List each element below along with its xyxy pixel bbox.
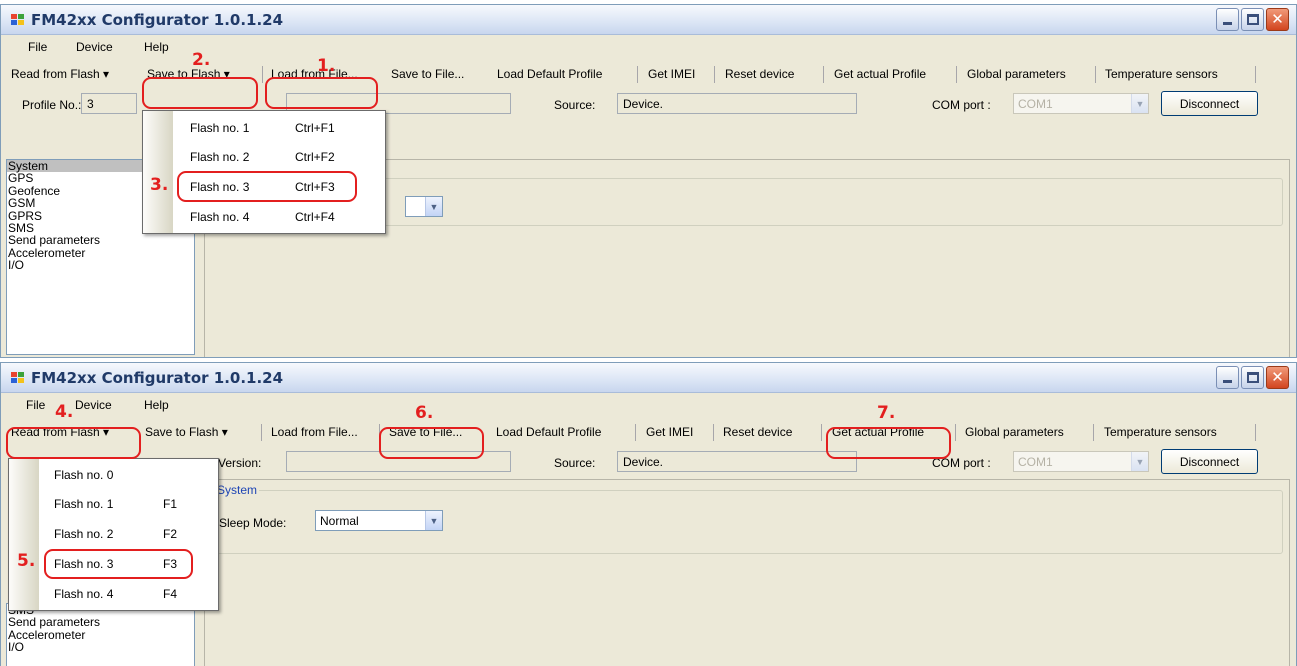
temperature-sensors-button[interactable]: Temperature sensors: [1105, 67, 1218, 81]
source-label: Source:: [554, 98, 596, 112]
save-to-file-button[interactable]: Save to File...: [391, 67, 464, 81]
maximize-icon[interactable]: [1241, 366, 1264, 389]
save-to-flash-menu: Flash no. 1 Ctrl+F1 Flash no. 2 Ctrl+F2 Fl…: [142, 110, 386, 234]
maximize-icon[interactable]: [1241, 8, 1264, 31]
menu-help[interactable]: Help: [144, 398, 169, 412]
read-flash-3-item[interactable]: Flash no. 3 F3: [9, 553, 218, 575]
source-field: Device.: [617, 93, 857, 114]
save-flash-3-item[interactable]: Flash no. 3 Ctrl+F3: [143, 176, 385, 198]
load-default-profile-button[interactable]: Load Default Profile: [497, 67, 602, 81]
disconnect-button[interactable]: Disconnect: [1161, 449, 1258, 474]
sleep-mode-label: Sleep Mode:: [219, 516, 287, 530]
menu-device[interactable]: Device: [75, 398, 112, 412]
read-from-flash-menu: Flash no. 0 Flash no. 1 F1 Flash no. 2 F2 …: [8, 458, 219, 611]
com-port-select[interactable]: COM1 ▼: [1013, 451, 1149, 472]
settings-nav-list[interactable]: SMS Send parameters Accelerometer I/O: [6, 603, 195, 666]
step-2-annotation: 2.: [192, 50, 211, 70]
save-to-file-button[interactable]: Save to File...: [389, 425, 462, 439]
step-6-annotation: 6.: [415, 403, 434, 423]
menu-file[interactable]: File: [28, 40, 47, 54]
global-parameters-button[interactable]: Global parameters: [967, 67, 1066, 81]
menu-help[interactable]: Help: [144, 40, 169, 54]
sidebar-item-send-parameters[interactable]: Send parameters: [7, 616, 194, 629]
reset-device-button[interactable]: Reset device: [723, 425, 792, 439]
source-field: Device.: [617, 451, 857, 472]
configurator-window-bottom: FM42xx Configurator 1.0.1.24 ✕ File Devi…: [0, 362, 1297, 666]
sidebar-item-send-parameters[interactable]: Send parameters: [7, 234, 194, 247]
chevron-down-icon: ▼: [1131, 452, 1148, 471]
global-parameters-button[interactable]: Global parameters: [965, 425, 1064, 439]
save-to-flash-button[interactable]: Save to Flash ▾: [145, 425, 228, 439]
app-icon: [11, 14, 25, 26]
chevron-down-icon: ▼: [425, 511, 442, 530]
close-icon[interactable]: ✕: [1266, 8, 1289, 31]
reset-device-button[interactable]: Reset device: [725, 67, 794, 81]
load-from-file-button[interactable]: Load from File...: [271, 425, 358, 439]
read-from-flash-button[interactable]: Read from Flash ▾: [11, 67, 109, 81]
load-default-profile-button[interactable]: Load Default Profile: [496, 425, 601, 439]
sidebar-item-accelerometer[interactable]: Accelerometer: [7, 628, 194, 641]
menu-file[interactable]: File: [26, 398, 45, 412]
load-from-file-button[interactable]: Load from File...: [271, 67, 358, 81]
disconnect-button[interactable]: Disconnect: [1161, 91, 1258, 116]
save-flash-4-item[interactable]: Flash no. 4 Ctrl+F4: [143, 206, 385, 228]
close-icon[interactable]: ✕: [1266, 366, 1289, 389]
minimize-icon[interactable]: [1216, 8, 1239, 31]
chevron-down-icon: ▾: [103, 425, 110, 439]
toolbar: Read from Flash ▾ Save to Flash ▾ Load f…: [1, 417, 1296, 447]
sidebar-item-io[interactable]: I/O: [7, 641, 194, 654]
chevron-down-icon: ▼: [1131, 94, 1148, 113]
com-port-label: COM port :: [932, 98, 991, 112]
window-title: FM42xx Configurator 1.0.1.24: [31, 369, 284, 387]
title-bar[interactable]: FM42xx Configurator 1.0.1.24 ✕: [1, 363, 1296, 393]
step-4-annotation: 4.: [55, 402, 74, 422]
title-bar[interactable]: FM42xx Configurator 1.0.1.24 ✕: [1, 5, 1296, 35]
step-1-annotation: 1.: [317, 56, 336, 76]
read-flash-1-item[interactable]: Flash no. 1 F1: [9, 493, 218, 515]
save-to-flash-button[interactable]: Save to Flash ▾: [147, 67, 230, 81]
system-group-title: System: [215, 483, 260, 497]
get-imei-button[interactable]: Get IMEI: [646, 425, 693, 439]
chevron-down-icon: ▾: [223, 67, 230, 81]
get-actual-profile-button[interactable]: Get actual Profile: [832, 425, 924, 439]
sidebar-item-io[interactable]: I/O: [7, 259, 194, 272]
version-field: [286, 451, 511, 472]
save-flash-2-item[interactable]: Flash no. 2 Ctrl+F2: [143, 146, 385, 168]
save-flash-1-item[interactable]: Flash no. 1 Ctrl+F1: [143, 117, 385, 139]
read-from-flash-button[interactable]: Read from Flash ▾: [11, 425, 109, 439]
minimize-icon[interactable]: [1216, 366, 1239, 389]
window-title: FM42xx Configurator 1.0.1.24: [31, 11, 284, 29]
get-imei-button[interactable]: Get IMEI: [648, 67, 695, 81]
chevron-down-icon: ▾: [103, 67, 110, 81]
source-label: Source:: [554, 456, 596, 470]
temperature-sensors-button[interactable]: Temperature sensors: [1104, 425, 1217, 439]
step-7-annotation: 7.: [877, 403, 896, 423]
profile-label: Profile No.:: [22, 98, 82, 112]
read-flash-2-item[interactable]: Flash no. 2 F2: [9, 523, 218, 545]
get-actual-profile-button[interactable]: Get actual Profile: [834, 67, 926, 81]
sidebar-item-accelerometer[interactable]: Accelerometer: [7, 246, 194, 259]
app-icon: [11, 372, 25, 384]
version-label: Version:: [218, 456, 262, 470]
read-flash-4-item[interactable]: Flash no. 4 F4: [9, 583, 218, 605]
com-port-select[interactable]: COM1 ▼: [1013, 93, 1149, 114]
chevron-down-icon: ▼: [425, 197, 442, 216]
profile-field: 3: [81, 93, 137, 114]
step-3-annotation: 3.: [150, 175, 169, 195]
read-flash-0-item[interactable]: Flash no. 0: [9, 464, 218, 486]
menu-device[interactable]: Device: [76, 40, 113, 54]
chevron-down-icon: ▾: [221, 425, 228, 439]
step-5-annotation: 5.: [17, 551, 36, 571]
settings-panel: System Sleep Mode: Normal ▼: [204, 479, 1290, 666]
menu-bar: File Device Help: [1, 393, 1296, 417]
sleep-mode-select[interactable]: Normal ▼: [315, 510, 443, 531]
com-port-label: COM port :: [932, 456, 991, 470]
sleep-mode-select-partial[interactable]: ▼: [405, 196, 443, 217]
